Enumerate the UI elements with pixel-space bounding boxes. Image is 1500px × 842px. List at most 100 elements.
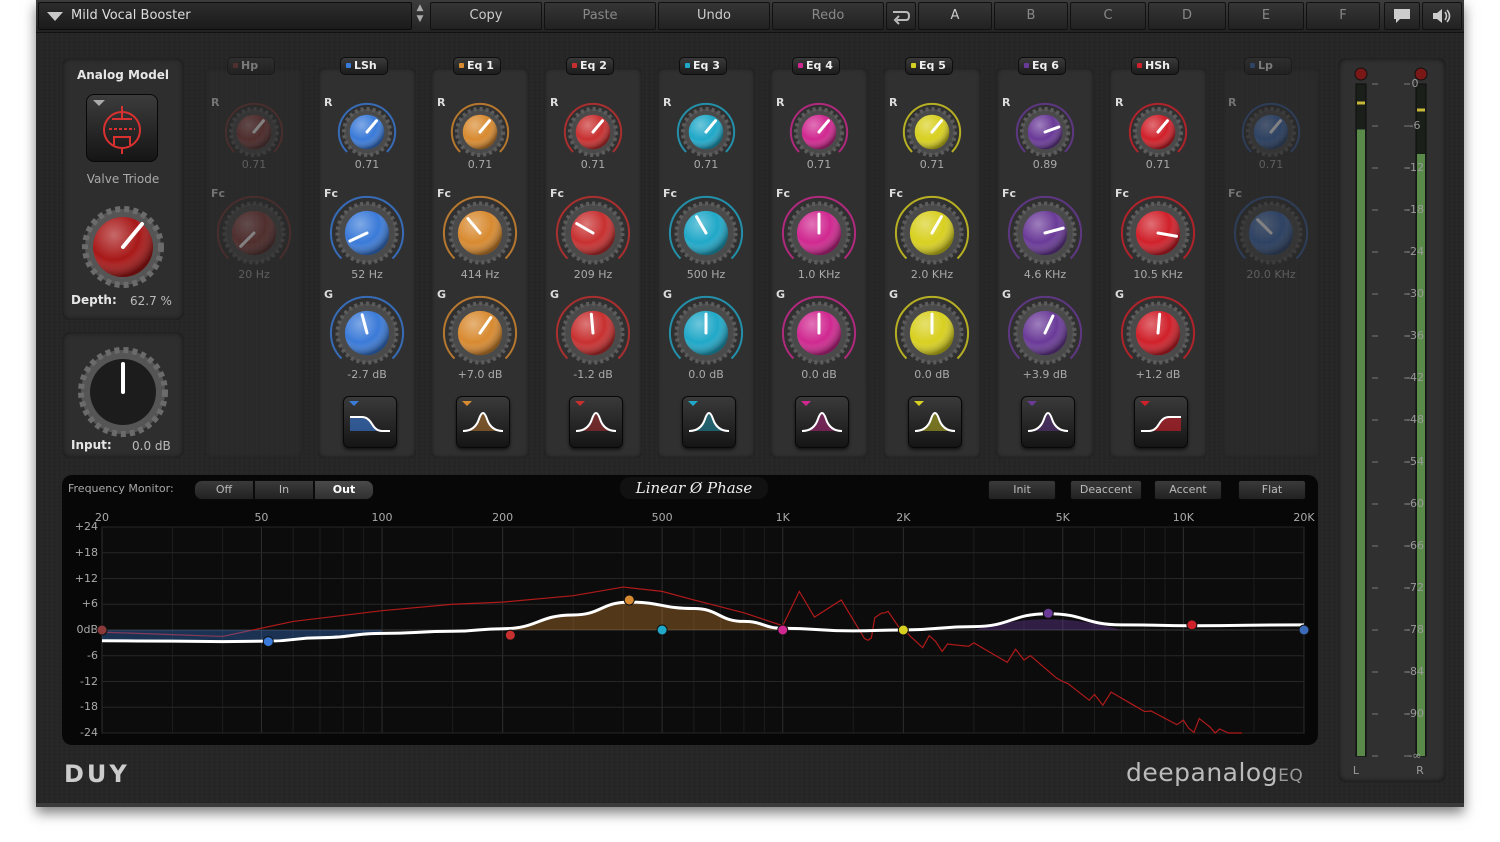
band-handle-eq3[interactable] [656,624,668,636]
preset-arrows-icon[interactable]: ▲ ▼ [414,3,426,29]
band-lsh-shape-button[interactable] [343,396,397,448]
band-lp-r-knob[interactable] [1239,100,1303,164]
slot-f-button[interactable]: F [1306,2,1380,30]
band-eq5-r-knob[interactable] [900,100,964,164]
band-lsh-fc-knob[interactable] [326,192,408,274]
band-handle-eq4[interactable] [777,624,789,636]
r-value: 0.71 [1258,158,1284,171]
meter-scale-label: -72 [1406,581,1424,594]
band-hsh-r-knob[interactable] [1126,100,1190,164]
band-led-icon [1250,63,1255,68]
band-handle-eq5[interactable] [897,624,909,636]
preset-name: Mild Vocal Booster [71,8,191,23]
band-hp-r-knob[interactable] [222,100,286,164]
band-eq2-fc-knob[interactable] [552,192,634,274]
band-eq1-r-knob[interactable] [448,100,512,164]
band-hp-fc-knob[interactable] [213,192,295,274]
band-hsh-fc-knob[interactable] [1117,192,1199,274]
band-eq2-r-knob[interactable] [561,100,625,164]
band-hp-toggle[interactable]: Hp [227,57,275,75]
g-value: -1.2 dB [573,368,613,381]
band-handle-lsh[interactable] [262,636,274,648]
band-eq6-shape-button[interactable] [1021,396,1075,448]
band-lsh-g-knob[interactable] [326,292,408,374]
band-eq1-shape-button[interactable] [456,396,510,448]
slot-b-button[interactable]: B [994,2,1068,30]
slot-d-button[interactable]: D [1148,2,1226,30]
paste-button[interactable]: Paste [544,2,656,30]
band-eq5-shape-button[interactable] [908,396,962,448]
band-eq4-r-knob[interactable] [787,100,851,164]
slot-a-button[interactable]: A [918,2,992,30]
band-handle-hsh[interactable] [1186,619,1198,631]
r-value: 0.71 [919,158,945,171]
redo-button[interactable]: Redo [772,2,884,30]
band-eq4-g-knob[interactable] [778,292,860,374]
band-lp-toggle[interactable]: Lp [1244,57,1292,75]
r-value: 0.71 [806,158,832,171]
band-eq6-g-knob[interactable] [1004,292,1086,374]
band-eq5-fc-knob[interactable] [891,192,973,274]
band-hsh-shape-button[interactable] [1134,396,1188,448]
band-eq2-toggle[interactable]: Eq 2 [566,57,614,75]
band-eq5-g-knob[interactable] [891,292,973,374]
band-eq4-fc-knob[interactable] [778,192,860,274]
input-label: Input: [71,438,112,452]
eq-plot[interactable] [62,475,1318,745]
analog-model-selector[interactable] [86,94,158,162]
band-handle-lp[interactable] [1298,624,1310,636]
slot-c-button[interactable]: C [1070,2,1146,30]
band-led-icon [233,63,238,68]
band-led-icon [459,63,464,68]
band-hsh-g-knob[interactable] [1117,292,1199,374]
meter-level-l [1357,129,1365,756]
band-eq6-fc-knob[interactable] [1004,192,1086,274]
slot-e-button[interactable]: E [1228,2,1304,30]
band-led-icon [1137,63,1142,68]
band-eq4-shape-button[interactable] [795,396,849,448]
band-eq1-g-knob[interactable] [439,292,521,374]
band-eq3-g-knob[interactable] [665,292,747,374]
g-value: 0.0 dB [914,368,950,381]
band-eq4-toggle[interactable]: Eq 4 [792,57,840,75]
band-eq4: Eq 4R 0.71 Fc 1.0 KHz G 0.0 dB [770,57,868,458]
comment-icon[interactable] [1384,2,1420,30]
band-handle-hp[interactable] [96,624,108,636]
band-eq1-fc-knob[interactable] [439,192,521,274]
band-lsh-toggle[interactable]: LSh [340,57,388,75]
preset-selector[interactable]: Mild Vocal Booster [38,2,412,30]
band-lp: Lp R 0.71 Fc 20.0 KHz [1222,57,1320,458]
band-eq3: Eq 3R 0.71 Fc 500 Hz G 0.0 dB [657,57,755,458]
meter-scale-label: -90 [1406,707,1424,720]
depth-knob[interactable] [78,202,168,292]
band-handle-eq1[interactable] [623,594,635,606]
band-eq3-toggle[interactable]: Eq 3 [679,57,727,75]
band-eq3-fc-knob[interactable] [665,192,747,274]
clip-led-icon [1354,67,1368,81]
copy-button[interactable]: Copy [430,2,542,30]
preset-menu-icon[interactable] [47,12,63,21]
depth-value: 62.7 % [130,294,172,308]
band-lsh-r-knob[interactable] [335,100,399,164]
swap-icon[interactable] [886,2,916,30]
band-handle-eq6[interactable] [1042,607,1054,619]
band-lsh: LSh R 0.71 Fc 52 Hz G -2.7 dB [318,57,416,458]
band-eq2-g-knob[interactable] [552,292,634,374]
band-handle-eq2[interactable] [504,629,516,641]
product-name-main: deepanalog [1126,758,1279,787]
band-hsh-toggle[interactable]: HSh [1131,57,1179,75]
meter-scale-label: -6 [1409,119,1421,132]
input-gain-knob[interactable] [73,342,173,442]
band-eq6-r-knob[interactable] [1013,100,1077,164]
band-eq2-shape-button[interactable] [569,396,623,448]
band-eq5-toggle[interactable]: Eq 5 [905,57,953,75]
band-eq6-toggle[interactable]: Eq 6 [1018,57,1066,75]
fc-value: 209 Hz [573,268,613,281]
g-value: +7.0 dB [457,368,503,381]
band-eq3-shape-button[interactable] [682,396,736,448]
band-eq1-toggle[interactable]: Eq 1 [453,57,501,75]
band-eq3-r-knob[interactable] [674,100,738,164]
undo-button[interactable]: Undo [658,2,770,30]
speaker-icon[interactable] [1422,2,1462,30]
band-lp-fc-knob[interactable] [1230,192,1312,274]
